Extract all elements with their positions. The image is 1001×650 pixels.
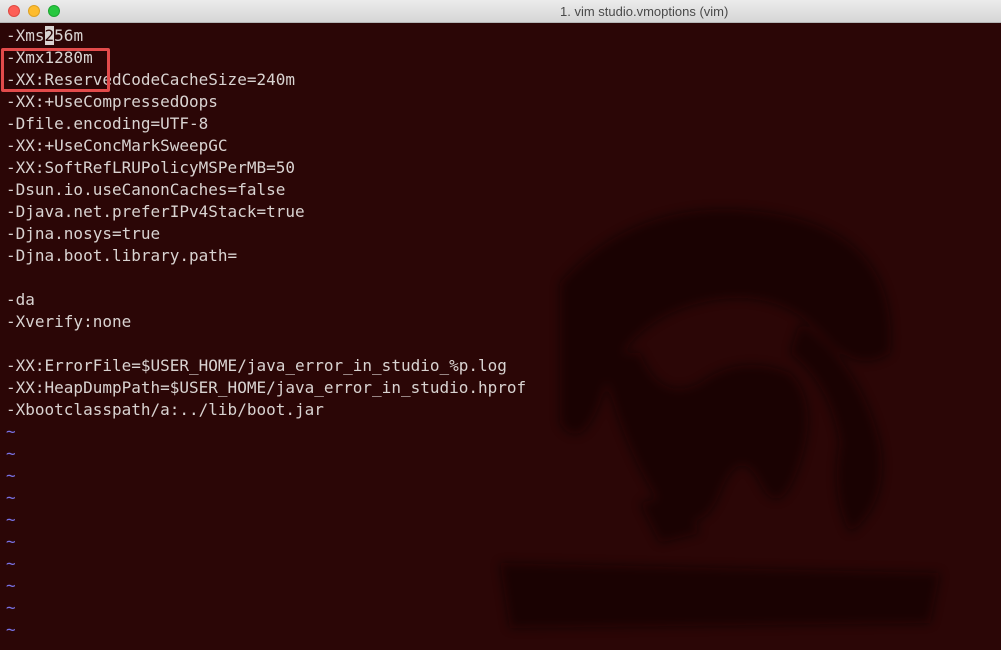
editor-line: -Djna.boot.library.path= [6,246,238,265]
empty-line-tilde: ~ [6,466,16,485]
editor-line: -XX:HeapDumpPath=$USER_HOME/java_error_i… [6,378,527,397]
empty-line-tilde: ~ [6,598,16,617]
terminal-window: 1. vim studio.vmoptions (vim) -Xms256m -… [0,0,1001,650]
vim-editor[interactable]: -Xms256m -Xmx1280m -XX:ReservedCodeCache… [0,23,1001,650]
empty-line-tilde: ~ [6,510,16,529]
editor-line: -XX:SoftRefLRUPolicyMSPerMB=50 [6,158,295,177]
close-button[interactable] [8,5,20,17]
empty-line-tilde: ~ [6,554,16,573]
empty-line-tilde: ~ [6,620,16,639]
cursor: 2 [44,26,55,45]
maximize-button[interactable] [48,5,60,17]
editor-line: -XX:ErrorFile=$USER_HOME/java_error_in_s… [6,356,507,375]
editor-line: -Dsun.io.useCanonCaches=false [6,180,286,199]
editor-line: -XX:+UseConcMarkSweepGC [6,136,228,155]
editor-line: -Djava.net.preferIPv4Stack=true [6,202,305,221]
editor-line: -Xbootclasspath/a:../lib/boot.jar [6,400,324,419]
annotation-highlight-box [1,48,110,92]
buffer-lines: -Xms256m -Xmx1280m -XX:ReservedCodeCache… [6,25,526,641]
editor-line: -Xverify:none [6,312,132,331]
title-bar[interactable]: 1. vim studio.vmoptions (vim) [0,0,1001,23]
editor-line: -Dfile.encoding=UTF-8 [6,114,209,133]
editor-line: -Djna.nosys=true [6,224,161,243]
window-title: 1. vim studio.vmoptions (vim) [560,4,729,19]
empty-line-tilde: ~ [6,576,16,595]
empty-line-tilde: ~ [6,422,16,441]
editor-line: -Xms256m [6,26,84,45]
minimize-button[interactable] [28,5,40,17]
empty-line-tilde: ~ [6,532,16,551]
editor-line: -XX:+UseCompressedOops [6,92,218,111]
empty-line-tilde: ~ [6,488,16,507]
empty-line-tilde: ~ [6,444,16,463]
editor-line: -da [6,290,35,309]
